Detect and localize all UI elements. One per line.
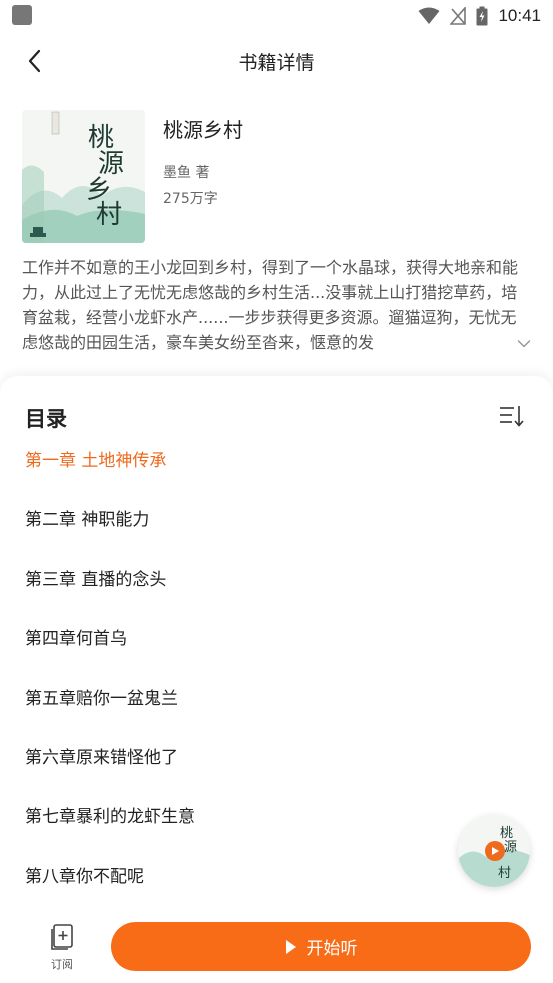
sort-button[interactable] <box>498 403 526 429</box>
chapter-item[interactable]: 第三章 直播的念头 <box>25 565 445 624</box>
expand-description-button[interactable] <box>512 332 536 356</box>
play-button[interactable] <box>485 841 505 861</box>
bottom-bar: 订阅 开始听 <box>0 910 553 983</box>
chapter-item[interactable]: 第一章 土地神传承 <box>25 446 445 505</box>
book-cover-title-art: 桃 源 乡 村 <box>86 123 124 230</box>
chapter-item[interactable]: 第二章 神职能力 <box>25 505 445 564</box>
status-time: 10:41 <box>498 6 541 25</box>
nav-bar: 书籍详情 <box>0 38 553 84</box>
subscribe-label: 订阅 <box>51 958 73 971</box>
chevron-down-icon <box>517 340 531 348</box>
no-signal-icon <box>450 7 467 25</box>
subscribe-icon <box>51 924 73 950</box>
toc-title: 目录 <box>25 407 67 431</box>
svg-text:源: 源 <box>504 840 517 855</box>
app-notification-icon <box>12 5 32 25</box>
status-icons: 10:41 <box>418 5 541 27</box>
book-word-count: 275万字 <box>163 191 218 207</box>
wifi-icon <box>418 7 440 24</box>
play-icon <box>285 939 296 954</box>
chapter-item[interactable]: 第五章赔你一盆鬼兰 <box>25 684 445 743</box>
start-listening-label: 开始听 <box>306 939 358 959</box>
cover-char-4: 村 <box>96 200 122 230</box>
svg-text:村: 村 <box>498 866 511 881</box>
page-title: 书籍详情 <box>238 52 315 74</box>
battery-charging-icon <box>476 6 488 26</box>
play-icon <box>492 847 499 855</box>
status-bar: 10:41 <box>0 0 553 32</box>
subscribe-button[interactable]: 订阅 <box>44 924 80 978</box>
chapter-item[interactable]: 第七章暴利的龙虾生意 <box>25 802 445 861</box>
start-listening-button[interactable]: 开始听 <box>111 922 531 971</box>
description-fade <box>380 330 510 357</box>
toc-panel: 目录 第一章 土地神传承 第二章 神职能力 第三章 直播的念头 第四章何首乌 第… <box>0 376 553 983</box>
svg-text:桃: 桃 <box>500 826 513 841</box>
book-author: 墨鱼 著 <box>163 165 210 181</box>
floating-player[interactable]: 桃 源 村 <box>458 815 530 887</box>
sort-icon <box>500 406 524 427</box>
chapter-item[interactable]: 第六章原来错怪他了 <box>25 743 445 802</box>
chapter-item[interactable]: 第四章何首乌 <box>25 624 445 683</box>
book-title: 桃源乡村 <box>163 118 243 142</box>
book-cover: 桃 源 乡 村 <box>22 110 145 243</box>
chapter-list: 第一章 土地神传承 第二章 神职能力 第三章 直播的念头 第四章何首乌 第五章赔… <box>25 446 445 921</box>
